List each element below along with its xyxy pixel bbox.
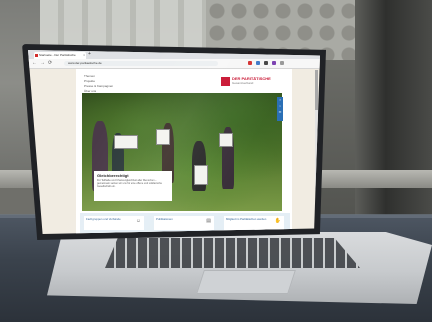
logo-mark-icon bbox=[221, 77, 230, 86]
browser-tab[interactable]: Startseite - Der Paritätische × bbox=[34, 52, 86, 59]
reload-icon[interactable]: ⟳ bbox=[48, 60, 52, 66]
close-icon[interactable]: × bbox=[83, 52, 85, 59]
quick-link-card[interactable]: Mitglied im Paritätischen werden ✋ bbox=[224, 216, 284, 230]
tab-title: Startseite - Der Paritätische bbox=[39, 53, 76, 57]
quick-link-card[interactable]: Fachgruppen und Verbände ☺ bbox=[84, 216, 144, 230]
favicon-icon bbox=[35, 54, 38, 57]
logo-subline: Gesamtverband bbox=[232, 81, 254, 85]
quick-link-label: Publikationen bbox=[156, 217, 173, 221]
protest-sign bbox=[194, 165, 208, 185]
laptop-keyboard bbox=[105, 238, 360, 268]
webpage: Themen Projekte Presse & Kampagnen Über … bbox=[76, 69, 292, 234]
back-icon[interactable]: ← bbox=[32, 60, 37, 66]
site-menu: Themen Projekte Presse & Kampagnen Über … bbox=[84, 74, 113, 94]
protest-sign bbox=[219, 133, 233, 147]
protest-sign bbox=[114, 135, 138, 149]
hero-image: Gleichberechtigt Für Teilhabe und Chance… bbox=[82, 93, 282, 211]
quick-link-card[interactable]: Publikationen ▤ bbox=[154, 216, 214, 230]
handshake-icon: ✋ bbox=[274, 218, 281, 224]
laptop-trackpad bbox=[196, 270, 296, 294]
site-logo[interactable]: DER PARITÄTISCHE Gesamtverband bbox=[221, 76, 271, 88]
quick-link-label: Mitglied im Paritätischen werden bbox=[226, 217, 267, 221]
scrollbar-thumb[interactable] bbox=[315, 70, 318, 110]
hero-card[interactable]: Gleichberechtigt Für Teilhabe und Chance… bbox=[94, 171, 172, 201]
new-tab-button[interactable]: + bbox=[88, 51, 91, 57]
mail-icon[interactable]: ✉ bbox=[277, 109, 283, 115]
group-icon: ☺ bbox=[135, 218, 141, 224]
share-rail: f t ✉ bbox=[277, 97, 283, 121]
extension-icon[interactable] bbox=[256, 61, 260, 65]
background-pillar bbox=[355, 0, 432, 230]
forward-icon[interactable]: → bbox=[40, 60, 45, 66]
address-bar[interactable]: www.der-paritaetische.de bbox=[64, 61, 218, 66]
photo-scene: Startseite - Der Paritätische × + ← → ⟳ … bbox=[0, 0, 432, 322]
browser-toolbar: ← → ⟳ www.der-paritaetische.de bbox=[28, 59, 320, 69]
extension-icon[interactable] bbox=[264, 61, 268, 65]
extension-icon[interactable] bbox=[272, 61, 276, 65]
document-icon: ▤ bbox=[206, 218, 211, 224]
hero-card-text: Für Teilhabe und Chancengleichheit aller… bbox=[97, 179, 162, 188]
quick-link-label: Fachgruppen und Verbände bbox=[86, 217, 121, 221]
profile-icon[interactable] bbox=[280, 61, 284, 65]
hero-card-title: Gleichberechtigt bbox=[97, 173, 129, 178]
extension-icon[interactable] bbox=[248, 61, 252, 65]
protest-sign bbox=[156, 129, 170, 145]
laptop-screen: Startseite - Der Paritätische × + ← → ⟳ … bbox=[28, 50, 320, 234]
